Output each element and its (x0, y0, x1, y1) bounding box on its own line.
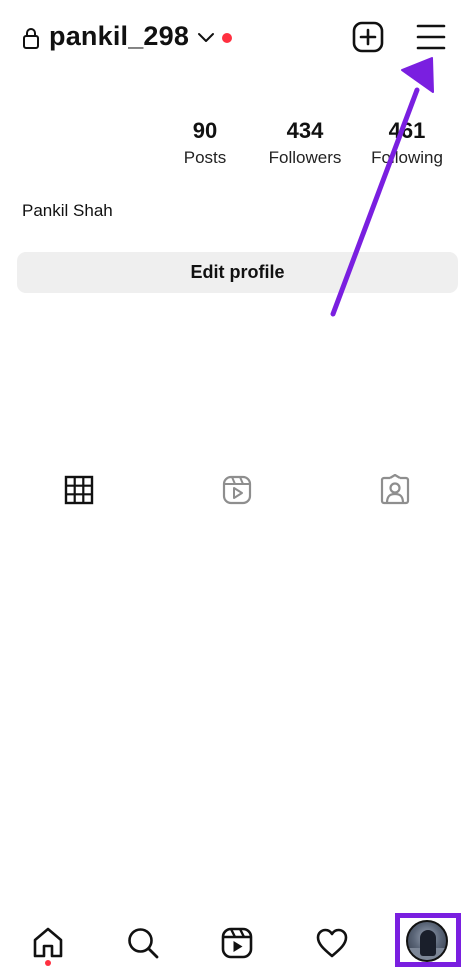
username-title[interactable]: pankil_298 (49, 21, 189, 52)
lock-icon (23, 28, 39, 49)
tagged-person-icon[interactable] (379, 474, 411, 506)
home-notification-dot (45, 960, 51, 966)
reels-tab-icon[interactable] (221, 474, 253, 506)
hamburger-menu-icon[interactable] (415, 22, 447, 52)
followers-count[interactable]: 434 Followers (260, 118, 350, 170)
profile-header: pankil_298 (0, 0, 474, 76)
following-number: 461 (388, 118, 426, 143)
plus-square-icon[interactable] (352, 21, 384, 53)
posts-count[interactable]: 90 Posts (170, 118, 240, 170)
notification-dot (222, 33, 232, 43)
grid-icon[interactable] (63, 474, 95, 506)
followers-number: 434 (286, 118, 324, 143)
avatar-photo-figure (420, 930, 436, 956)
edit-profile-button[interactable]: Edit profile (17, 252, 458, 293)
posts-label: Posts (183, 148, 227, 167)
chevron-down-icon[interactable] (197, 31, 215, 43)
profile-full-name: Pankil Shah (22, 201, 113, 220)
heart-icon[interactable] (315, 926, 349, 960)
followers-label: Followers (268, 148, 342, 167)
posts-number: 90 (192, 118, 218, 143)
avatar[interactable] (406, 920, 448, 962)
reels-icon[interactable] (220, 926, 254, 960)
following-count[interactable]: 461 Following (362, 118, 452, 170)
following-label: Following (371, 148, 443, 167)
search-icon[interactable] (126, 926, 160, 960)
home-icon[interactable] (31, 926, 65, 960)
